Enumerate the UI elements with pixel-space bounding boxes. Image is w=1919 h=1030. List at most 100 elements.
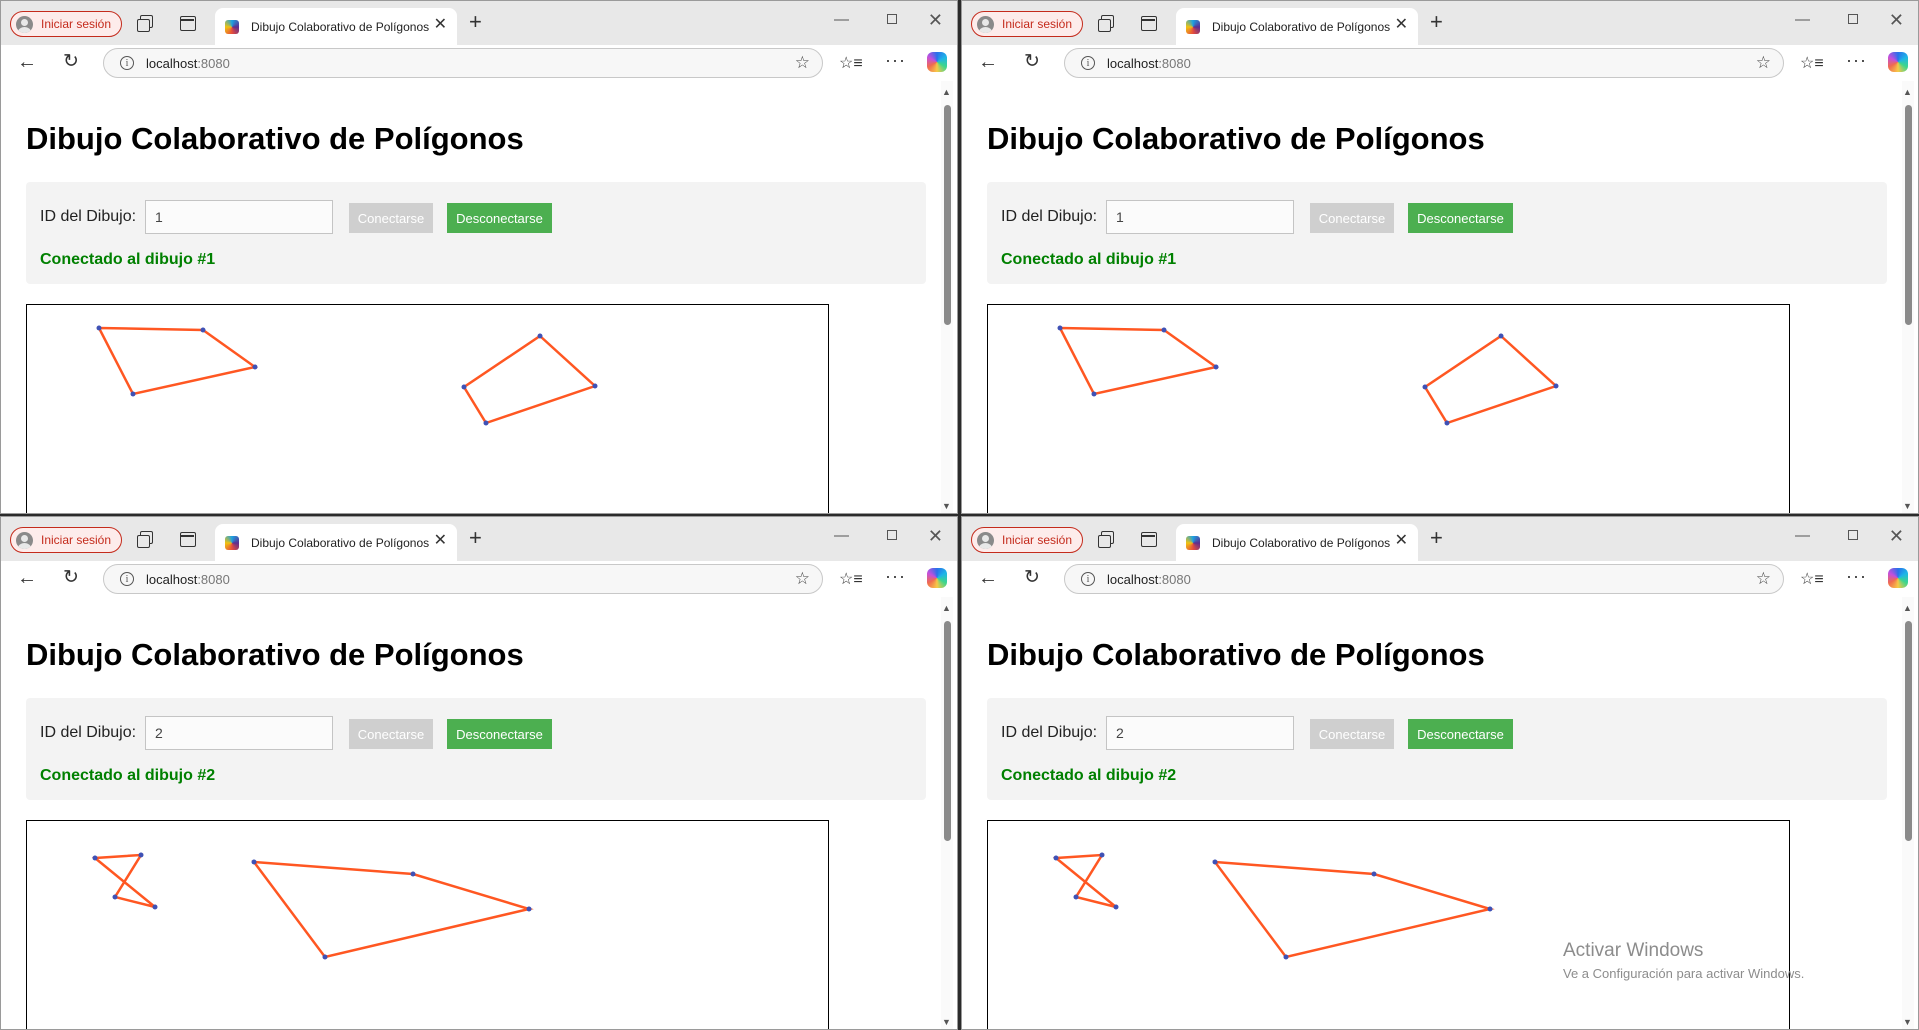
workspaces-icon[interactable] <box>1098 530 1116 548</box>
polygon-2-vertex-2[interactable] <box>1553 383 1559 389</box>
new-tab-icon[interactable]: + <box>1430 527 1443 549</box>
scroll-up-icon[interactable]: ▲ <box>1903 603 1912 613</box>
tab-close-icon[interactable]: ✕ <box>434 533 447 549</box>
polygon-1-vertex-4[interactable] <box>1091 391 1097 397</box>
maximize-icon[interactable] <box>1848 527 1858 545</box>
tab-close-icon[interactable]: ✕ <box>1395 17 1408 33</box>
address-bar[interactable]: i localhost:8080 ☆ <box>1064 48 1784 78</box>
polygon-2[interactable] <box>1423 334 1559 425</box>
connect-button[interactable]: Conectarse <box>1310 203 1394 233</box>
scroll-up-icon[interactable]: ▲ <box>942 87 951 97</box>
more-menu-icon[interactable]: ··· <box>1846 566 1867 587</box>
polygon-2[interactable] <box>1212 860 1495 959</box>
polygon-1[interactable] <box>91 853 156 909</box>
reload-icon[interactable]: ↻ <box>63 51 79 73</box>
signin-button[interactable]: Iniciar sesión <box>971 527 1083 553</box>
polygon-2-vertex-3[interactable] <box>1487 906 1493 912</box>
scrollbar[interactable]: ▲ ▼ <box>1902 81 1914 513</box>
polygon-1-vertex-4[interactable] <box>1113 904 1119 910</box>
tab-actions-icon[interactable] <box>1140 530 1158 548</box>
browser-tab[interactable]: Dibujo Colaborativo de Polígonos ✕ <box>215 524 457 561</box>
window-close-icon[interactable]: ✕ <box>928 527 943 545</box>
more-menu-icon[interactable]: ··· <box>885 50 906 71</box>
favorite-star-icon[interactable]: ☆ <box>795 53 810 73</box>
scroll-down-icon[interactable]: ▼ <box>942 1017 951 1027</box>
scrollbar-thumb[interactable] <box>1905 621 1912 841</box>
address-bar[interactable]: i localhost:8080 ☆ <box>103 48 823 78</box>
polygon-1-vertex-3[interactable] <box>252 364 258 370</box>
disconnect-button[interactable]: Desconectarse <box>447 719 552 749</box>
scroll-up-icon[interactable]: ▲ <box>942 603 951 613</box>
polygon-2[interactable] <box>462 334 598 425</box>
connect-button[interactable]: Conectarse <box>349 719 433 749</box>
scroll-down-icon[interactable]: ▼ <box>1903 501 1912 511</box>
signin-button[interactable]: Iniciar sesión <box>971 11 1083 37</box>
tab-actions-icon[interactable] <box>179 530 197 548</box>
polygon-1[interactable] <box>1057 326 1220 396</box>
signin-button[interactable]: Iniciar sesión <box>10 11 122 37</box>
drawing-id-input[interactable]: 1 <box>145 200 333 234</box>
minimize-icon[interactable]: — <box>1795 527 1810 545</box>
tab-close-icon[interactable]: ✕ <box>1395 533 1408 549</box>
connect-button[interactable]: Conectarse <box>1310 719 1394 749</box>
site-info-icon[interactable]: i <box>120 56 134 70</box>
signin-button[interactable]: Iniciar sesión <box>10 527 122 553</box>
connect-button[interactable]: Conectarse <box>349 203 433 233</box>
polygon-2-vertex-2[interactable] <box>1371 871 1377 877</box>
polygon-1-vertex-4[interactable] <box>152 904 158 910</box>
back-arrow-icon[interactable]: ← <box>978 51 998 73</box>
polygon-1-vertex-2[interactable] <box>200 327 206 333</box>
polygon-2-vertex-4[interactable] <box>322 954 328 960</box>
more-menu-icon[interactable]: ··· <box>1846 50 1867 71</box>
polygon-2-vertex-4[interactable] <box>1422 384 1428 390</box>
maximize-icon[interactable] <box>887 11 897 29</box>
drawing-canvas[interactable] <box>26 304 829 513</box>
window-close-icon[interactable]: ✕ <box>1889 527 1904 545</box>
favorites-list-icon[interactable]: ☆≡ <box>839 53 863 73</box>
polygon-1-vertex-3[interactable] <box>112 894 118 900</box>
workspaces-icon[interactable] <box>137 14 155 32</box>
polygon-2-vertex-1[interactable] <box>1498 333 1504 339</box>
polygon-2-vertex-4[interactable] <box>461 384 467 390</box>
polygon-2-vertex-3[interactable] <box>483 420 489 426</box>
back-arrow-icon[interactable]: ← <box>17 51 37 73</box>
workspaces-icon[interactable] <box>137 530 155 548</box>
polygon-1-vertex-3[interactable] <box>1073 894 1079 900</box>
site-info-icon[interactable]: i <box>1081 572 1095 586</box>
address-bar[interactable]: i localhost:8080 ☆ <box>1064 564 1784 594</box>
drawing-canvas[interactable] <box>26 820 829 1029</box>
tab-actions-icon[interactable] <box>179 14 197 32</box>
polygon-2[interactable] <box>251 860 534 959</box>
polygon-1-vertex-3[interactable] <box>1213 364 1219 370</box>
address-bar[interactable]: i localhost:8080 ☆ <box>103 564 823 594</box>
disconnect-button[interactable]: Desconectarse <box>447 203 552 233</box>
scrollbar-thumb[interactable] <box>1905 105 1912 325</box>
back-arrow-icon[interactable]: ← <box>17 567 37 589</box>
polygon-1-vertex-4[interactable] <box>130 391 136 397</box>
drawing-id-input[interactable]: 2 <box>1106 716 1294 750</box>
window-close-icon[interactable]: ✕ <box>928 11 943 29</box>
copilot-icon[interactable] <box>1888 52 1908 72</box>
favorites-list-icon[interactable]: ☆≡ <box>1800 53 1824 73</box>
polygon-1[interactable] <box>1052 853 1117 909</box>
polygon-2-vertex-2[interactable] <box>410 871 416 877</box>
polygon-1-vertex-1[interactable] <box>96 325 102 331</box>
polygon-1-vertex-2[interactable] <box>138 852 144 858</box>
polygon-2-vertex-4[interactable] <box>1283 954 1289 960</box>
favorites-list-icon[interactable]: ☆≡ <box>839 569 863 589</box>
reload-icon[interactable]: ↻ <box>1024 567 1040 589</box>
drawing-canvas[interactable] <box>987 820 1790 1029</box>
polygon-2-vertex-1[interactable] <box>1212 859 1218 865</box>
scrollbar-thumb[interactable] <box>944 105 951 325</box>
tab-actions-icon[interactable] <box>1140 14 1158 32</box>
scroll-down-icon[interactable]: ▼ <box>942 501 951 511</box>
polygon-1-vertex-1[interactable] <box>1057 325 1063 331</box>
reload-icon[interactable]: ↻ <box>63 567 79 589</box>
more-menu-icon[interactable]: ··· <box>885 566 906 587</box>
favorite-star-icon[interactable]: ☆ <box>795 569 810 589</box>
copilot-icon[interactable] <box>1888 568 1908 588</box>
window-close-icon[interactable]: ✕ <box>1889 11 1904 29</box>
workspaces-icon[interactable] <box>1098 14 1116 32</box>
drawing-id-input[interactable]: 2 <box>145 716 333 750</box>
new-tab-icon[interactable]: + <box>1430 11 1443 33</box>
